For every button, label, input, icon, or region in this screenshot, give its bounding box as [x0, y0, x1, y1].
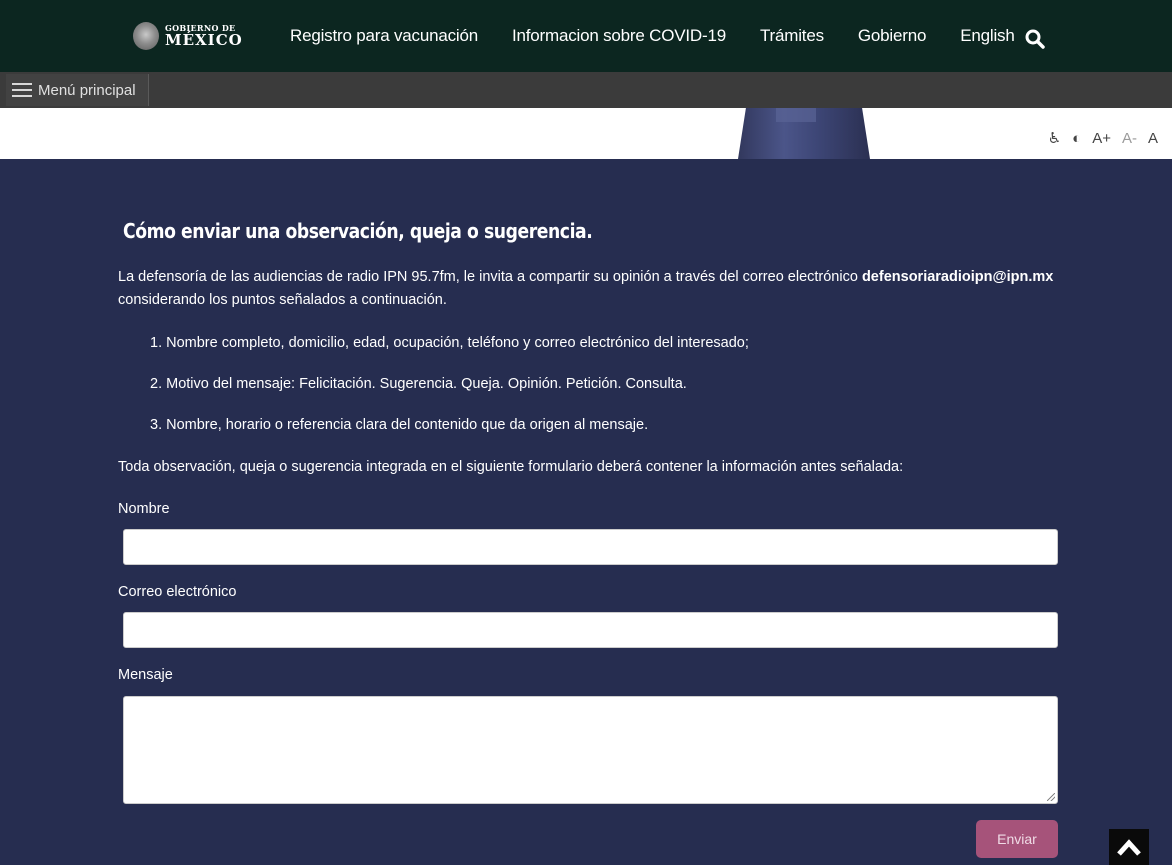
font-decrease-button[interactable]: A-: [1122, 130, 1137, 147]
message-textarea[interactable]: [123, 696, 1058, 804]
hamburger-icon: [12, 83, 32, 97]
main-menu-button[interactable]: Menú principal: [6, 74, 149, 106]
list-item: 1. Nombre completo, domicilio, edad, ocu…: [150, 335, 749, 351]
requirements-list: 1. Nombre completo, domicilio, edad, ocu…: [150, 335, 749, 458]
intro-text-before: La defensoría de las audiencias de radio…: [118, 269, 862, 285]
search-icon[interactable]: [1024, 28, 1046, 50]
form-intro: Toda observación, queja o sugerencia int…: [118, 459, 904, 475]
submit-button[interactable]: Enviar: [976, 820, 1058, 858]
top-header: GOBIERNO DE MÉXICO Registro para vacunac…: [0, 0, 1172, 72]
email-field[interactable]: [123, 612, 1058, 648]
main-menu-label: Menú principal: [38, 81, 136, 99]
message-label: Mensaje: [118, 667, 173, 683]
accessibility-toolbar: ♿ ◐ A+ A- A: [1037, 129, 1158, 148]
banner-photo: [738, 108, 870, 159]
name-label: Nombre: [118, 501, 170, 517]
back-to-top-button[interactable]: [1109, 829, 1149, 865]
nav-english[interactable]: English: [960, 26, 1015, 46]
font-increase-button[interactable]: A+: [1092, 130, 1111, 147]
intro-paragraph: La defensoría de las audiencias de radio…: [118, 266, 1068, 312]
nav-tramites[interactable]: Trámites: [760, 26, 824, 46]
main-nav: Registro para vacunación Informacion sob…: [290, 0, 1049, 72]
gobierno-logo[interactable]: GOBIERNO DE MÉXICO: [133, 14, 243, 58]
secondary-menu-bar: Menú principal: [0, 72, 1172, 108]
national-seal-icon: [133, 22, 159, 50]
contrast-icon[interactable]: ◐: [1072, 130, 1081, 147]
email-label: Correo electrónico: [118, 584, 237, 600]
nav-gobierno[interactable]: Gobierno: [858, 26, 927, 46]
logo-big-text: MÉXICO: [165, 31, 243, 49]
wheelchair-icon[interactable]: ♿: [1048, 129, 1061, 147]
list-item: 2. Motivo del mensaje: Felicitación. Sug…: [150, 376, 687, 392]
feedback-section: Cómo enviar una observación, queja o sug…: [0, 159, 1172, 865]
contact-email: defensoriaradioipn@ipn.mx: [861, 269, 1054, 285]
nav-covid-19[interactable]: Informacion sobre COVID-19: [512, 26, 726, 46]
banner-strip: [0, 108, 1172, 159]
list-item: 3. Nombre, horario o referencia clara de…: [150, 417, 649, 433]
font-reset-button[interactable]: A: [1148, 130, 1158, 147]
intro-text-after: considerando los puntos señalados a cont…: [118, 292, 447, 308]
chevron-up-icon: [1117, 839, 1141, 856]
page-title: Cómo enviar una observación, queja o sug…: [123, 219, 593, 243]
name-field[interactable]: [123, 529, 1058, 565]
resize-handle-icon[interactable]: [1047, 793, 1055, 801]
nav-registro-vacunacion[interactable]: Registro para vacunación: [290, 26, 478, 46]
